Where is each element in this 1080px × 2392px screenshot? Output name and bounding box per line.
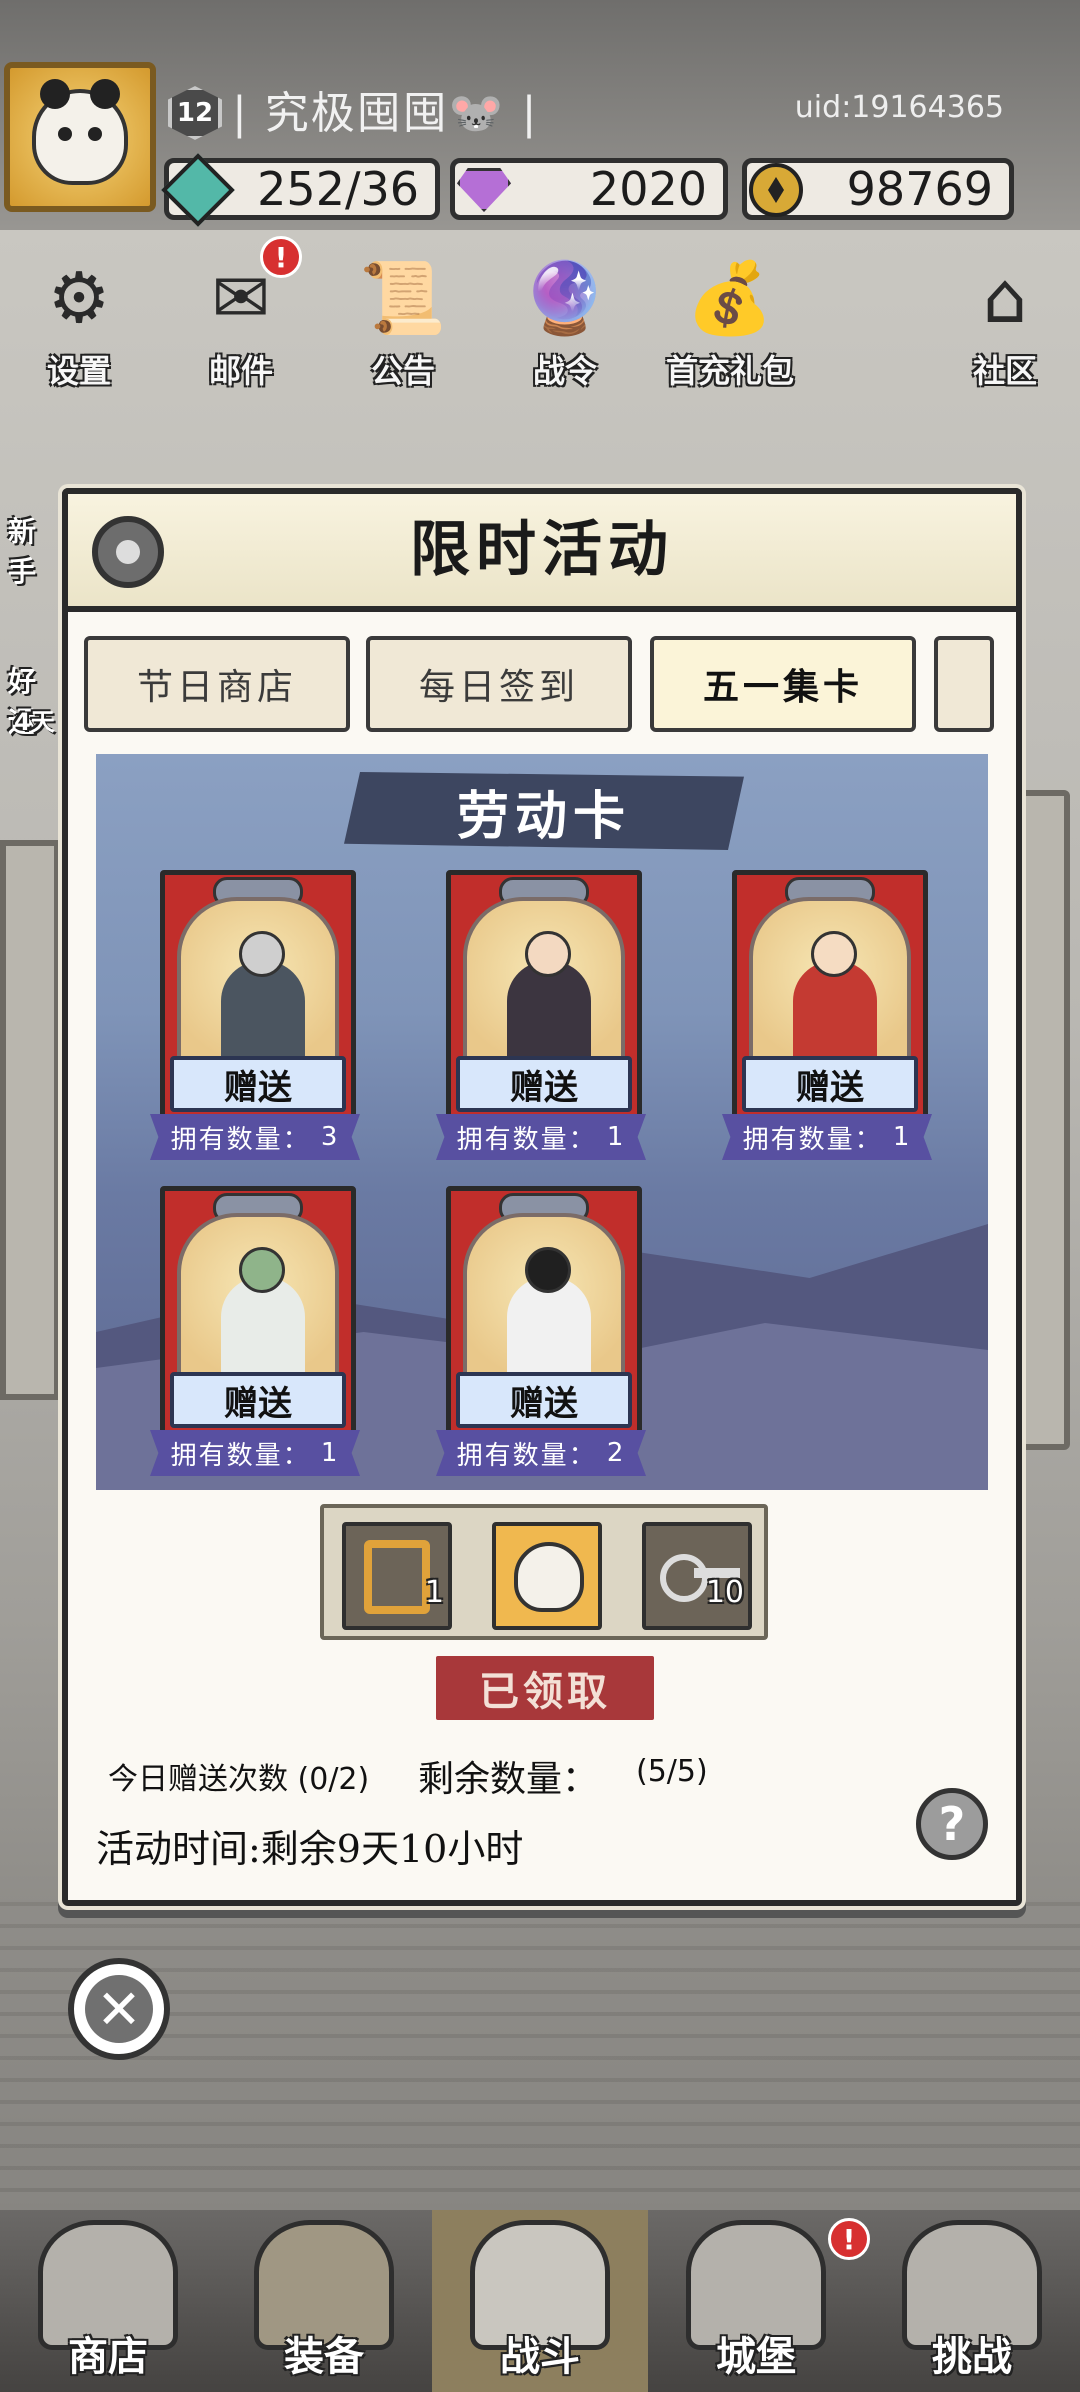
reward-item[interactable]: 1 <box>342 1522 452 1630</box>
close-modal-button[interactable]: ✕ <box>68 1958 170 2060</box>
menu-mail[interactable]: ✉ 邮件 ! <box>176 236 306 400</box>
gear-icon: ⚙ <box>47 257 111 339</box>
owned-count: 拥有数量： 1 <box>722 1114 932 1160</box>
gift-button[interactable]: 赠送 <box>170 1056 346 1112</box>
avatar-frame-icon <box>364 1540 430 1614</box>
side-menu-peek[interactable]: 新手 好运 4天 <box>0 400 62 760</box>
panel-title: 劳动卡 <box>456 785 631 847</box>
gem-value: 2020 <box>589 162 707 216</box>
energy-counter[interactable]: 252/36 <box>161 153 440 227</box>
card-witch: 赠送 拥有数量： 1 <box>436 870 646 1160</box>
menu-battle-pass-label: 战令 <box>532 352 597 390</box>
gift-button[interactable]: 赠送 <box>456 1372 632 1428</box>
player-uid: uid:19164365 <box>794 90 1004 125</box>
nav-battle[interactable]: 战斗 <box>432 2210 648 2392</box>
close-icon: ✕ <box>85 1975 153 2043</box>
nav-castle[interactable]: 城堡 ! <box>648 2210 870 2392</box>
owned-count: 拥有数量： 1 <box>436 1114 646 1160</box>
nav-challenge[interactable]: 挑战 <box>864 2210 1080 2392</box>
side-peek-newbie: 新手 <box>8 515 37 588</box>
player-name: | 究极囤囤🐭 | <box>232 88 539 139</box>
owned-count: 拥有数量： 1 <box>150 1430 360 1476</box>
nav-equipment-label: 装备 <box>284 2333 364 2380</box>
card-strategist: 赠送 拥有数量： 1 <box>150 1186 360 1476</box>
menu-battle-pass[interactable]: 🔮 战令 <box>500 250 630 400</box>
energy-icon <box>161 153 235 227</box>
remaining-label: 剩余数量： <box>418 1759 599 1800</box>
gold-counter[interactable]: 98769 <box>742 158 1014 220</box>
modal-title: 限时活动 <box>410 515 674 585</box>
scroll-icon: 📜 <box>359 256 447 339</box>
tab-festival-shop[interactable]: 节日商店 <box>84 636 350 732</box>
gem-counter[interactable]: 2020 <box>450 158 728 220</box>
modal-header: 限时活动 <box>62 488 1022 612</box>
menu-announcement[interactable]: 📜 公告 <box>338 250 468 400</box>
scene-floor <box>0 1900 1080 2210</box>
home-icon: ⌂ <box>982 257 1028 339</box>
reward-qty: 10 <box>705 1575 744 1610</box>
player-avatar[interactable] <box>4 62 156 212</box>
reward-item[interactable] <box>492 1522 602 1630</box>
bottom-navigation: 商店 装备 战斗 城堡 ! 挑战 <box>0 2210 1080 2392</box>
menu-first-recharge[interactable]: 💰 首充礼包 <box>650 250 810 400</box>
limited-event-modal: 限时活动 节日商店 每日签到 五一集卡 劳动卡 赠送 拥有数量： 3 赠送 拥有… <box>62 488 1022 1906</box>
crystal-ball-icon: 🔮 <box>521 256 609 339</box>
card-wizard: 赠送 拥有数量： 3 <box>150 870 360 1160</box>
event-tabs: 节日商店 每日签到 五一集卡 <box>84 636 1004 734</box>
nav-shop-label: 商店 <box>68 2333 148 2380</box>
nav-battle-label: 战斗 <box>500 2333 580 2380</box>
reward-item[interactable]: 10 <box>642 1522 752 1630</box>
gold-value: 98769 <box>846 162 993 216</box>
owned-count: 拥有数量： 2 <box>436 1430 646 1476</box>
menu-announcement-label: 公告 <box>370 352 435 390</box>
tab-more[interactable] <box>934 636 994 732</box>
reward-list: 1 10 <box>320 1504 768 1640</box>
help-button[interactable]: ? <box>916 1788 988 1860</box>
tab-may-day-cards[interactable]: 五一集卡 <box>650 636 916 732</box>
reward-qty: 1 <box>424 1575 444 1610</box>
owned-count: 拥有数量： 3 <box>150 1114 360 1160</box>
card-white-hair-maiden: 赠送 拥有数量： 2 <box>436 1186 646 1476</box>
menu-first-recharge-label: 首充礼包 <box>665 352 794 390</box>
menu-settings-label: 设置 <box>46 352 111 390</box>
menu-community[interactable]: ⌂ 社区 <box>940 250 1070 400</box>
claimed-button[interactable]: 已领取 <box>436 1656 654 1720</box>
nav-equipment[interactable]: 装备 <box>216 2210 432 2392</box>
coin-icon <box>743 157 809 223</box>
menu-settings[interactable]: ⚙ 设置 <box>14 250 144 400</box>
background-window-left <box>0 840 60 1400</box>
activity-time: 活动时间:剩余9天10小时 <box>96 1827 524 1871</box>
menu-mail-label: 邮件 <box>208 352 273 390</box>
tab-daily-checkin[interactable]: 每日签到 <box>366 636 632 732</box>
gift-button[interactable]: 赠送 <box>742 1056 918 1112</box>
gift-button[interactable]: 赠送 <box>170 1372 346 1428</box>
daily-gift-count: 今日赠送次数 (0/2) <box>108 1762 370 1797</box>
mail-alert-badge: ! <box>260 236 302 278</box>
nav-castle-label: 城堡 <box>716 2333 796 2380</box>
panel-banner: 劳动卡 <box>344 772 744 850</box>
side-peek-days: 4天 <box>14 708 55 736</box>
gift-bag-icon: 💰 <box>686 256 774 339</box>
energy-value: 252/36 <box>257 162 419 216</box>
nav-challenge-label: 挑战 <box>932 2333 1012 2380</box>
panda-avatar-icon <box>32 79 128 185</box>
card-collection-panel: 劳动卡 赠送 拥有数量： 3 赠送 拥有数量： 1 赠送 拥有数量： 1 赠送 … <box>96 754 988 1490</box>
card-santa-girl: 赠送 拥有数量： 1 <box>722 870 932 1160</box>
nav-shop[interactable]: 商店 <box>0 2210 216 2392</box>
gift-button[interactable]: 赠送 <box>456 1056 632 1112</box>
remaining-value: (5/5) <box>636 1754 708 1789</box>
panda-avatar-icon <box>514 1542 584 1612</box>
menu-community-label: 社区 <box>972 352 1037 390</box>
gem-icon <box>451 157 517 223</box>
